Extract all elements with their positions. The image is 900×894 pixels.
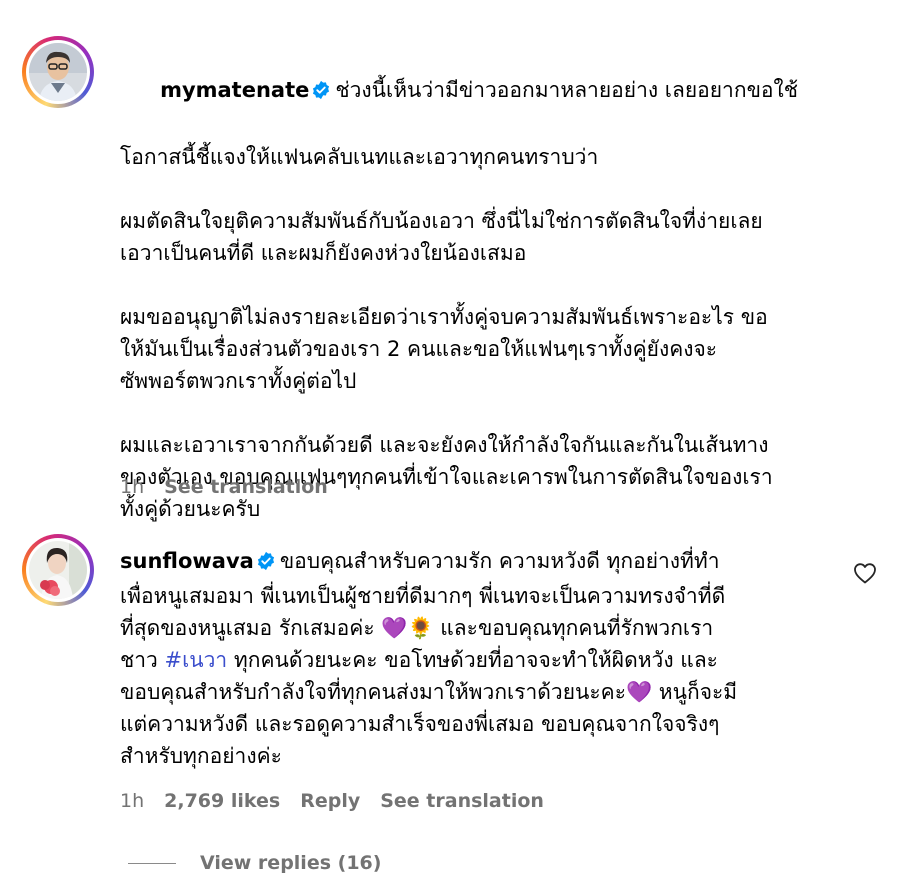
- timestamp: 1h: [120, 476, 145, 498]
- view-replies-button[interactable]: View replies (16): [128, 852, 381, 874]
- line-text: ทุกคนด้วยนะคะ ขอโทษด้วยที่อาจจะทำให้ผิดห…: [227, 648, 718, 672]
- view-replies-label[interactable]: View replies (16): [200, 852, 381, 874]
- comment-line: ซัพพอร์ตพวกเราทั้งคู่ต่อไป: [120, 369, 357, 393]
- comment-line: ชาว #เนวา ทุกคนด้วยนะคะ ขอโทษด้วยที่อาจจ…: [120, 644, 840, 676]
- comment-line: ขอบคุณสำหรับความรัก ความหวังดี ทุกอย่างท…: [279, 549, 720, 573]
- comment-line: โอกาสนี้ชี้แจงให้แฟนคลับเนทและเอวาทุกคนท…: [120, 145, 599, 169]
- verified-badge-icon: [256, 548, 276, 580]
- comment-line: สำหรับทุกอย่างค่ะ: [120, 744, 282, 768]
- avatar-sunflowava[interactable]: [22, 534, 94, 606]
- profile-photo-icon: [29, 43, 87, 101]
- see-translation-button[interactable]: See translation: [380, 790, 544, 812]
- comment-meta: 1h 2,769 likes Reply See translation: [120, 790, 544, 812]
- comment-meta: 1h See translation: [120, 476, 328, 498]
- comment-line: ให้มันเป็นเรื่องส่วนตัวของเรา 2 คนและขอใ…: [120, 337, 718, 361]
- line-text: ชาว: [120, 648, 165, 672]
- hashtag-link[interactable]: #เนวา: [165, 648, 228, 672]
- likes-count[interactable]: 2,769 likes: [164, 790, 280, 812]
- comment-line: แต่ความหวังดี และรอดูความสำเร็จของพี่เสม…: [120, 712, 720, 736]
- comment-line: ผมตัดสินใจยุติความสัมพันธ์กับน้องเอวา ซึ…: [120, 209, 763, 233]
- comment-line: ผมและเอวาเราจากกันด้วยดี และจะยังคงให้กำ…: [120, 433, 769, 457]
- comment-line: ผมขออนุญาติไม่ลงรายละเอียดว่าเราทั้งคู่จ…: [120, 305, 768, 329]
- comment-line: ที่สุดของหนูเสมอ รักเสมอค่ะ 💜🌻 และขอบคุณ…: [120, 616, 714, 640]
- comment-body: mymatenate ช่วงนี้เห็นว่ามีข่าวออกมาหลายอ…: [120, 42, 860, 525]
- reply-button[interactable]: Reply: [300, 790, 360, 812]
- username[interactable]: sunflowava: [120, 549, 254, 573]
- comment-body: sunflowava ขอบคุณสำหรับความรัก ความหวังดี…: [120, 545, 840, 772]
- comment-line: เพื่อหนูเสมอมา พี่เนทเป็นผู้ชายที่ดีมากๆ…: [120, 584, 726, 608]
- see-translation-button[interactable]: See translation: [164, 476, 328, 498]
- comment-line: ขอบคุณสำหรับกำลังใจที่ทุกคนส่งมาให้พวกเร…: [120, 680, 738, 704]
- comment-line: ช่วงนี้เห็นว่ามีข่าวออกมาหลายอย่าง เลยอย…: [335, 78, 799, 102]
- verified-badge-icon: [311, 77, 331, 109]
- profile-photo-icon: [29, 541, 87, 599]
- avatar-mymatenate[interactable]: [22, 36, 94, 108]
- divider: [128, 862, 176, 864]
- like-heart-icon[interactable]: [853, 562, 877, 584]
- comment-line: เอวาเป็นคนที่ดี และผมก็ยังคงห่วงใยน้องเส…: [120, 241, 527, 265]
- username[interactable]: mymatenate: [160, 78, 309, 102]
- timestamp: 1h: [120, 790, 145, 812]
